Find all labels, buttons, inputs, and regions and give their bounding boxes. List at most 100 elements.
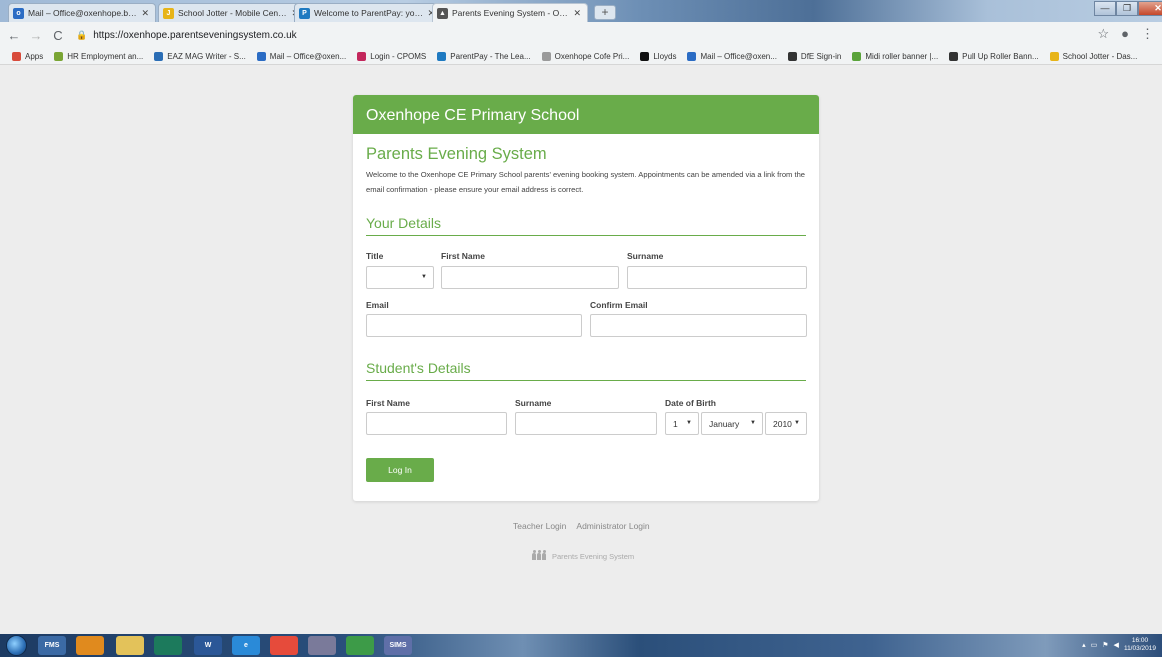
address-bar[interactable]: 🔒 https://oxenhope.parentseveningsystem.…	[76, 30, 297, 41]
publisher-app[interactable]	[154, 636, 182, 655]
forward-icon[interactable]: →	[28, 28, 44, 43]
bookmark-item[interactable]: Login - CPOMS	[357, 51, 427, 61]
close-window-button[interactable]: ✕	[1138, 1, 1162, 16]
profile-icon[interactable]: ●	[1121, 26, 1129, 42]
apps-grid-icon	[12, 51, 21, 61]
sims-net-app[interactable]: SIMS	[384, 636, 412, 655]
window-controls: — ❐ ✕	[1094, 1, 1162, 17]
maximize-button[interactable]: ❐	[1116, 1, 1138, 16]
lock-icon: 🔒	[76, 29, 88, 40]
start-button[interactable]	[6, 635, 27, 656]
bookmark-label: School Jotter - Das...	[1062, 51, 1138, 61]
intro-text: Welcome to the Oxenhope CE Primary Schoo…	[366, 170, 806, 194]
tray-arrow-icon[interactable]: ▴	[1082, 641, 1086, 649]
bookmark-item[interactable]: DfE Sign-in	[787, 51, 841, 61]
new-tab-button[interactable]: +	[594, 5, 616, 20]
chrome-app[interactable]	[270, 636, 298, 655]
ie-app[interactable]: e	[232, 636, 260, 655]
vpn-app[interactable]	[346, 636, 374, 655]
bookmark-label: Lloyds	[653, 51, 677, 61]
bookmark-label: Apps	[25, 51, 44, 61]
close-icon[interactable]: ✕	[141, 8, 149, 19]
bookmark-item[interactable]: School Jotter - Das...	[1049, 51, 1138, 61]
network-icon[interactable]: ▭	[1091, 641, 1098, 649]
star-icon[interactable]: ☆	[1097, 26, 1109, 42]
people-icon	[532, 550, 546, 560]
footer-links: Teacher Login Administrator Login	[513, 521, 650, 531]
bookmark-item[interactable]: EAZ MAG Writer - S...	[154, 51, 246, 61]
email-input[interactable]	[366, 314, 582, 337]
bookmark-favicon-icon	[852, 51, 862, 61]
log-in-button[interactable]: Log In	[366, 458, 434, 482]
bookmark-favicon-icon	[687, 51, 697, 61]
first-name-label: First Name	[441, 251, 485, 261]
bookmark-item[interactable]: Apps	[12, 51, 44, 61]
url-text: https://oxenhope.parentseveningsystem.co…	[93, 29, 297, 41]
surname-input[interactable]	[627, 266, 807, 289]
email-label: Email	[366, 300, 389, 310]
explorer-app[interactable]	[116, 636, 144, 655]
confirm-email-input[interactable]	[590, 314, 807, 337]
title-select[interactable]: ▼	[366, 266, 434, 289]
sims-app[interactable]	[308, 636, 336, 655]
volume-icon[interactable]: ◀	[1114, 641, 1119, 649]
dob-year-value: 2010	[773, 418, 792, 429]
bookmark-favicon-icon	[787, 51, 797, 61]
bookmark-item[interactable]: Mail – Office@oxen...	[256, 51, 346, 61]
menu-icon[interactable]: ⋮	[1141, 26, 1154, 42]
system-tray: ▴ ▭ ⚑ ◀ 16:00 11/03/2019	[1082, 637, 1156, 653]
dob-day-select[interactable]: 1 ▼	[665, 412, 699, 435]
fms-app[interactable]: FMS	[38, 636, 66, 655]
pes-icon: ▲	[437, 7, 448, 19]
bookmark-favicon-icon	[541, 51, 551, 61]
clock-time: 16:00	[1131, 637, 1149, 644]
bookmark-label: Login - CPOMS	[370, 51, 427, 61]
bookmark-favicon-icon	[154, 51, 164, 61]
caret-down-icon: ▼	[794, 420, 800, 426]
bookmark-label: ParentPay - The Lea...	[450, 51, 531, 61]
bookmarks-bar: Apps HR Employment an... EAZ MAG Writer - …	[0, 48, 1162, 65]
first-name-input[interactable]	[441, 266, 619, 289]
administrator-login-link[interactable]: Administrator Login	[576, 521, 649, 531]
tab-mail[interactable]: o Mail – Office@oxenhope.bradfo ✕	[8, 3, 156, 22]
confirm-email-label: Confirm Email	[590, 300, 648, 310]
tab-school-jotter[interactable]: J School Jotter - Mobile Centre ✕	[158, 3, 306, 22]
bookmark-item[interactable]: ParentPay - The Lea...	[437, 51, 531, 61]
student-surname-label: Surname	[515, 398, 552, 408]
surname-label: Surname	[627, 251, 664, 261]
word-app[interactable]: W	[194, 636, 222, 655]
student-details-heading: Student's Details	[366, 360, 806, 381]
browser-toolbar: ← → C 🔒 https://oxenhope.parentsevenings…	[0, 22, 1162, 48]
minimize-button[interactable]: —	[1094, 1, 1116, 16]
bookmark-item[interactable]: Midi roller banner |...	[852, 51, 939, 61]
bookmark-label: Midi roller banner |...	[865, 51, 939, 61]
bookmark-item[interactable]: Pull Up Roller Bann...	[949, 51, 1039, 61]
parentpay-icon: P	[299, 7, 310, 19]
student-surname-input[interactable]	[515, 412, 657, 435]
tab-label: Mail – Office@oxenhope.bradfo	[28, 8, 138, 18]
caret-down-icon: ▼	[421, 274, 427, 280]
tab-parentpay[interactable]: P Welcome to ParentPay: your onl ✕	[294, 3, 442, 22]
dob-year-select[interactable]: 2010 ▼	[765, 412, 807, 435]
clock[interactable]: 16:00 11/03/2019	[1124, 637, 1156, 653]
bookmark-item[interactable]: Lloyds	[640, 51, 677, 61]
media-player-app[interactable]	[76, 636, 104, 655]
system-title: Parents Evening System	[366, 145, 547, 163]
reload-icon[interactable]: C	[50, 28, 66, 43]
bookmark-item[interactable]: HR Employment an...	[54, 51, 143, 61]
jotter-icon: J	[163, 7, 174, 19]
back-icon[interactable]: ←	[6, 28, 22, 43]
bookmark-item[interactable]: Oxenhope Cofe Pri...	[541, 51, 629, 61]
tab-parents-evening[interactable]: ▲ Parents Evening System - Oxenh ✕	[432, 3, 588, 22]
flag-icon[interactable]: ⚑	[1102, 641, 1108, 649]
teacher-login-link[interactable]: Teacher Login	[513, 521, 566, 531]
bookmark-item[interactable]: Mail – Office@oxen...	[687, 51, 777, 61]
student-first-name-input[interactable]	[366, 412, 507, 435]
caret-down-icon: ▼	[750, 420, 756, 426]
dob-month-select[interactable]: January ▼	[701, 412, 763, 435]
footer-brand: Parents Evening System	[532, 550, 634, 561]
your-details-heading: Your Details	[366, 215, 806, 236]
close-icon[interactable]: ✕	[573, 8, 581, 19]
tab-label: Parents Evening System - Oxenh	[452, 8, 570, 18]
dob-label: Date of Birth	[665, 398, 716, 408]
